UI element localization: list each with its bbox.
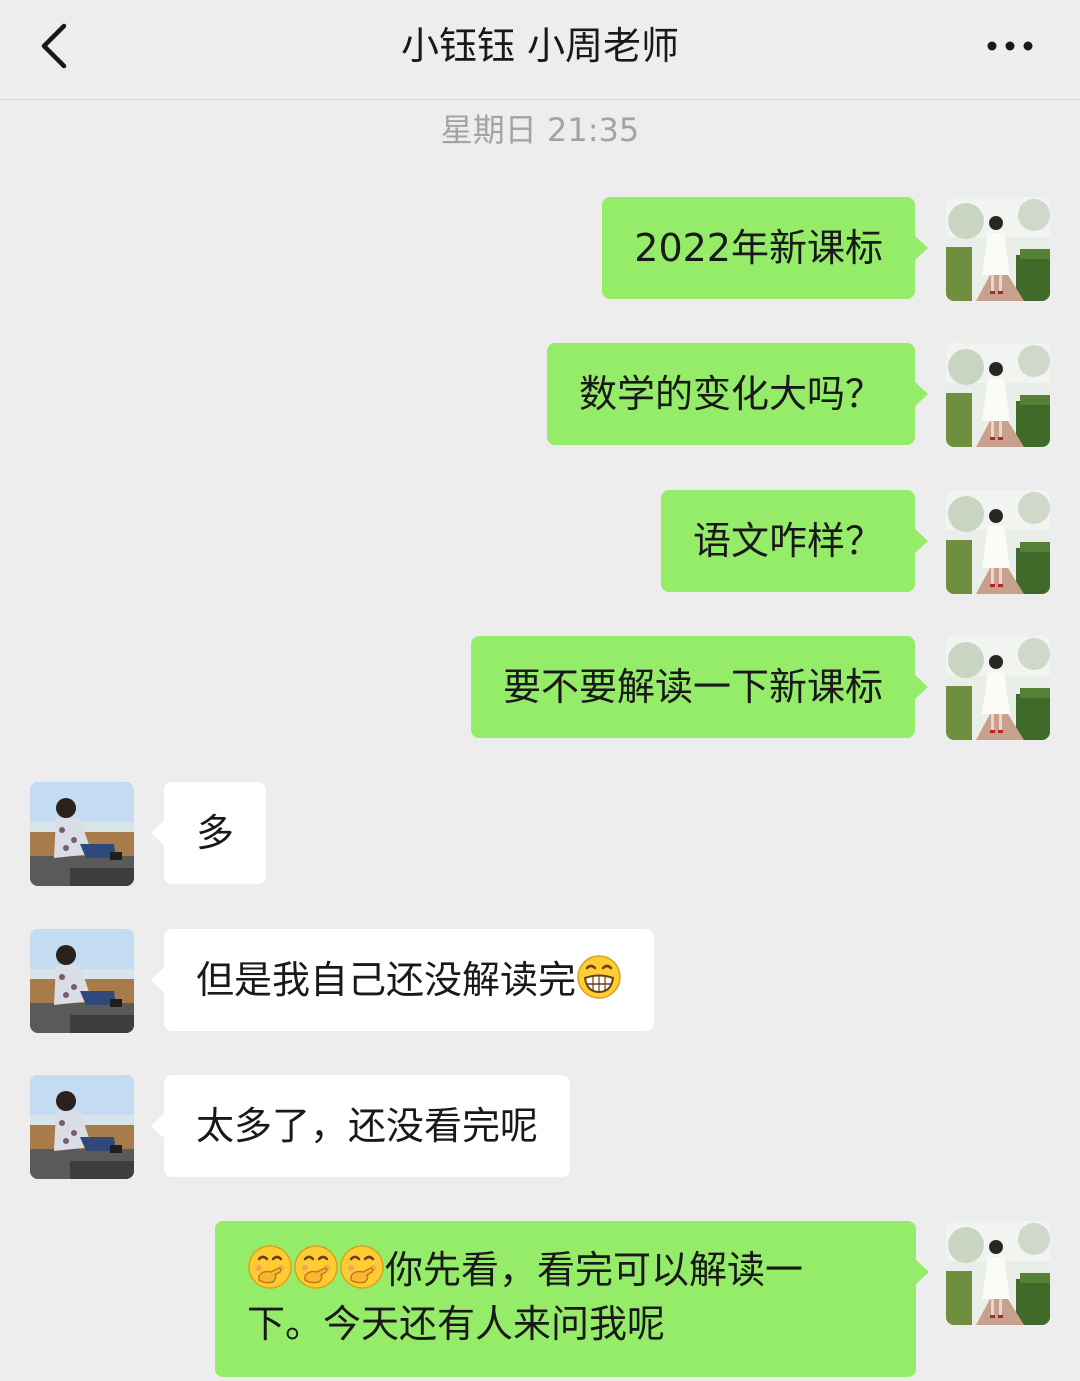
more-dots-icon: [987, 41, 1033, 51]
thinking-face-emoji-icon: [339, 1244, 385, 1290]
message-text: 2022年新课标: [634, 226, 883, 270]
contact-avatar[interactable]: [30, 929, 134, 1033]
my-avatar[interactable]: [946, 636, 1050, 740]
chat-title: 小钰钰 小周老师: [400, 24, 680, 68]
message-text: 你先看，看完可以解读一: [385, 1248, 804, 1292]
message-text: 数学的变化大吗？: [578, 372, 883, 416]
message-text: 但是我自己还没解读完: [196, 958, 577, 1002]
thinking-face-emoji-icon: [293, 1244, 339, 1290]
my-avatar[interactable]: [946, 197, 1050, 301]
grin-emoji-icon: [576, 954, 622, 1000]
my-avatar[interactable]: [946, 1221, 1050, 1325]
message-bubble[interactable]: 但是我自己还没解读完: [150, 929, 655, 1031]
thinking-face-emoji-icon: [247, 1244, 293, 1290]
more-button[interactable]: [980, 24, 1040, 68]
message-text: 要不要解读一下新课标: [502, 665, 883, 709]
message-bubble[interactable]: 多: [150, 782, 267, 884]
message-line: 下。今天还有人来问我呢: [247, 1297, 884, 1351]
my-avatar[interactable]: [946, 490, 1050, 594]
message-text: 多: [196, 811, 235, 855]
contact-avatar[interactable]: [30, 782, 134, 886]
chat-timestamp: 星期日 21:35: [440, 111, 640, 149]
message-line: 你先看，看完可以解读一: [247, 1243, 884, 1297]
message-bubble[interactable]: 语文咋样？: [660, 490, 929, 592]
message-bubble[interactable]: 你先看，看完可以解读一 下。今天还有人来问我呢: [215, 1221, 929, 1377]
chat-header: 小钰钰 小周老师: [0, 0, 1080, 100]
message-bubble[interactable]: 要不要解读一下新课标: [470, 636, 929, 738]
message-text: 语文咋样？: [692, 519, 883, 563]
message-text: 太多了，还没看完呢: [196, 1104, 539, 1148]
message-bubble[interactable]: 数学的变化大吗？: [546, 343, 929, 445]
message-bubble[interactable]: 2022年新课标: [602, 197, 928, 299]
contact-avatar[interactable]: [30, 1075, 134, 1179]
message-text: 下。今天还有人来问我呢: [247, 1302, 666, 1346]
my-avatar[interactable]: [946, 343, 1050, 447]
message-bubble[interactable]: 太多了，还没看完呢: [150, 1075, 571, 1177]
